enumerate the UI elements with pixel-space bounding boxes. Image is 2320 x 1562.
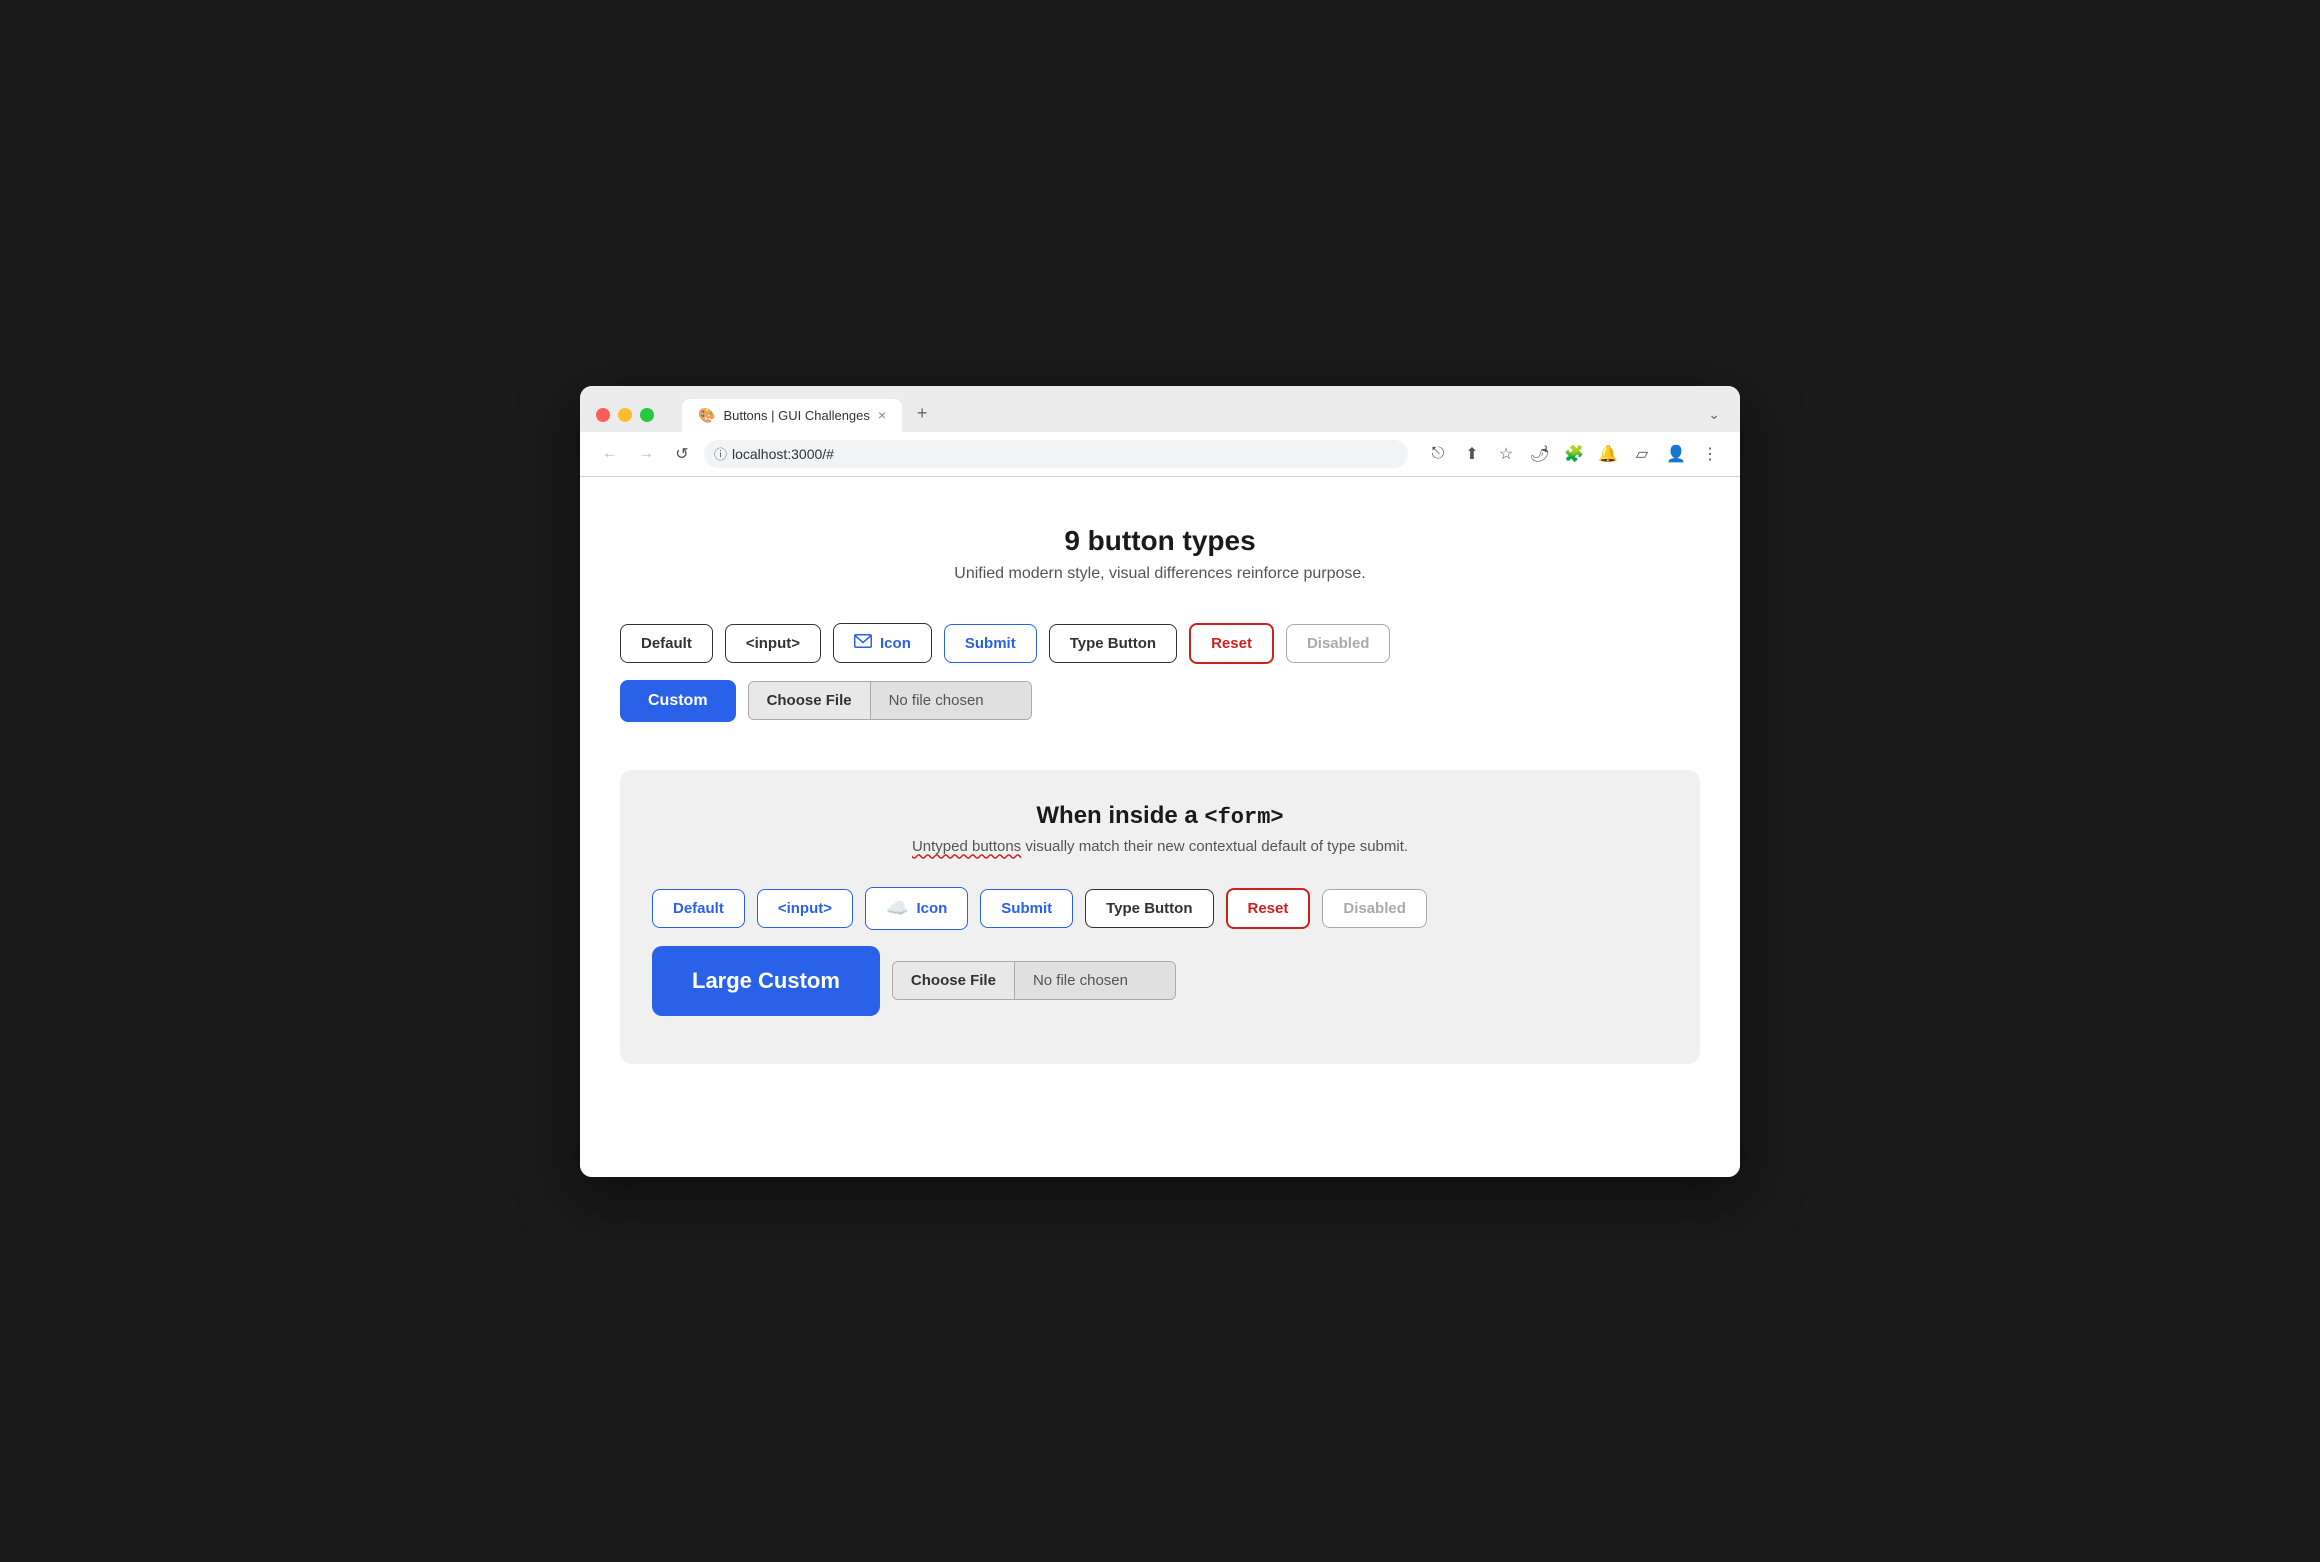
- menu-icon[interactable]: ⋮: [1696, 440, 1724, 468]
- no-file-chosen-label: No file chosen: [871, 682, 1031, 719]
- form-icon-button[interactable]: ☁️ Icon: [865, 887, 968, 930]
- extension1-icon[interactable]: 🌶: [1526, 440, 1554, 468]
- disabled-button: Disabled: [1286, 624, 1391, 663]
- cloud-icon: ☁️: [886, 898, 908, 919]
- input-button[interactable]: <input>: [725, 624, 821, 663]
- tab-bar: 🎨 Buttons | GUI Challenges × +: [682, 398, 1696, 432]
- demo-form: Default <input> ☁️ Icon Submit Type Butt…: [652, 887, 1668, 1016]
- reset-button[interactable]: Reset: [1189, 623, 1274, 664]
- form-type-button[interactable]: Type Button: [1085, 889, 1213, 928]
- external-link-icon[interactable]: ⎋: [1424, 440, 1452, 468]
- form-icon-button-label: Icon: [916, 900, 947, 917]
- default-button[interactable]: Default: [620, 624, 713, 663]
- envelope-icon: [854, 634, 872, 652]
- untyped-buttons-text: Untyped buttons: [912, 838, 1021, 855]
- form-reset-button[interactable]: Reset: [1226, 888, 1311, 929]
- form-no-file-chosen-label: No file chosen: [1015, 962, 1175, 999]
- file-input-wrapper: Choose File No file chosen: [748, 681, 1032, 720]
- page-title: 9 button types: [620, 525, 1700, 557]
- form-default-button[interactable]: Default: [652, 889, 745, 928]
- form-choose-file-button[interactable]: Choose File: [893, 962, 1015, 999]
- page-header: 9 button types Unified modern style, vis…: [620, 525, 1700, 583]
- browser-window: 🎨 Buttons | GUI Challenges × + ⌄ ← → ↺ ⓘ…: [580, 386, 1740, 1177]
- form-button-row-1: Default <input> ☁️ Icon Submit Type Butt…: [652, 887, 1668, 930]
- form-submit-button[interactable]: Submit: [980, 889, 1073, 928]
- tab-title: Buttons | GUI Challenges: [723, 408, 869, 423]
- forward-button[interactable]: →: [632, 440, 660, 468]
- security-icon: ⓘ: [714, 444, 727, 463]
- reload-button[interactable]: ↺: [668, 440, 696, 468]
- choose-file-button[interactable]: Choose File: [749, 682, 871, 719]
- address-input[interactable]: [704, 440, 1408, 468]
- type-button[interactable]: Type Button: [1049, 624, 1177, 663]
- title-bar: 🎨 Buttons | GUI Challenges × + ⌄: [580, 386, 1740, 432]
- custom-button[interactable]: Custom: [620, 680, 736, 722]
- large-custom-button[interactable]: Large Custom: [652, 946, 880, 1016]
- toolbar-icons: ⎋ ⬆ ☆ 🌶 🧩 🔔 ▱ 👤 ⋮: [1424, 440, 1724, 468]
- minimize-button[interactable]: [618, 408, 632, 422]
- extension3-icon[interactable]: 🔔: [1594, 440, 1622, 468]
- section-title: When inside a <form>: [652, 802, 1668, 830]
- form-disabled-button: Disabled: [1322, 889, 1427, 928]
- back-button[interactable]: ←: [596, 440, 624, 468]
- top-button-section: Default <input> Icon Submit Type Button …: [620, 623, 1700, 722]
- form-section: When inside a <form> Untyped buttons vis…: [620, 770, 1700, 1064]
- icon-button[interactable]: Icon: [833, 623, 932, 663]
- button-row-2: Custom Choose File No file chosen: [620, 680, 1700, 722]
- tab-close-icon[interactable]: ×: [878, 407, 886, 423]
- icon-button-label: Icon: [880, 635, 911, 652]
- new-tab-button[interactable]: +: [906, 398, 938, 430]
- sidebar-icon[interactable]: ▱: [1628, 440, 1656, 468]
- form-button-row-2: Large Custom Choose File No file chosen: [652, 946, 1668, 1016]
- form-input-button[interactable]: <input>: [757, 889, 853, 928]
- page-subtitle: Unified modern style, visual differences…: [620, 565, 1700, 583]
- section-header: When inside a <form> Untyped buttons vis…: [652, 802, 1668, 855]
- extension2-icon[interactable]: 🧩: [1560, 440, 1588, 468]
- page-content: 9 button types Unified modern style, vis…: [580, 477, 1740, 1177]
- chevron-down-icon[interactable]: ⌄: [1708, 406, 1720, 423]
- submit-button[interactable]: Submit: [944, 624, 1037, 663]
- section-title-text: When inside a: [1036, 802, 1197, 829]
- bookmark-icon[interactable]: ☆: [1492, 440, 1520, 468]
- close-button[interactable]: [596, 408, 610, 422]
- maximize-button[interactable]: [640, 408, 654, 422]
- active-tab[interactable]: 🎨 Buttons | GUI Challenges ×: [682, 399, 902, 432]
- address-bar: ← → ↺ ⓘ ⎋ ⬆ ☆ 🌶 🧩 🔔 ▱ 👤 ⋮: [580, 432, 1740, 477]
- button-row-1: Default <input> Icon Submit Type Button …: [620, 623, 1700, 664]
- section-subtitle: Untyped buttons visually match their new…: [652, 838, 1668, 855]
- section-subtitle-rest: visually match their new contextual defa…: [1025, 838, 1408, 855]
- profile-icon[interactable]: 👤: [1662, 440, 1690, 468]
- form-file-input-wrapper: Choose File No file chosen: [892, 961, 1176, 1000]
- traffic-lights: [596, 408, 654, 422]
- section-title-code: <form>: [1204, 805, 1283, 830]
- address-wrapper: ⓘ: [704, 440, 1408, 468]
- tab-favicon: 🎨: [698, 407, 715, 424]
- share-icon[interactable]: ⬆: [1458, 440, 1486, 468]
